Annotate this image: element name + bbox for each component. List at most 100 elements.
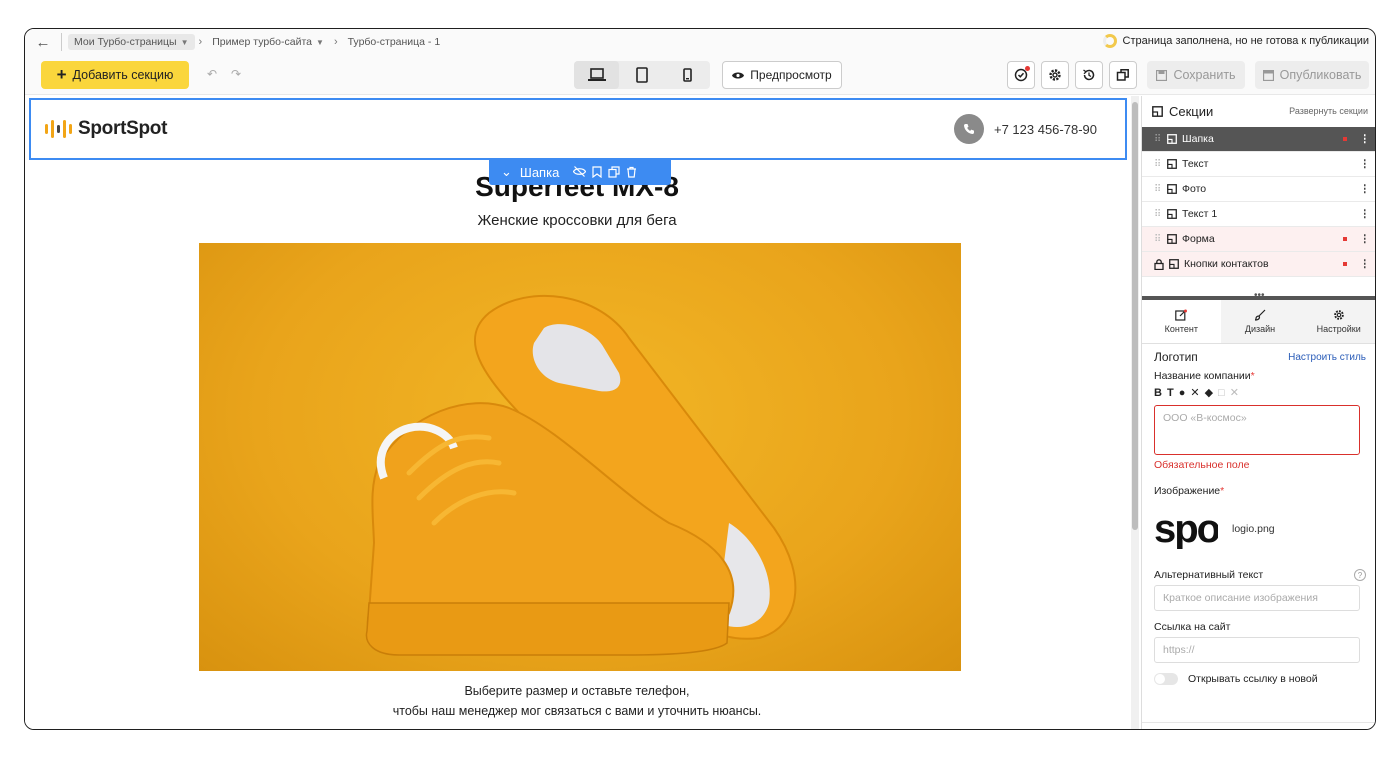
sections-list: ⠿ Шапка ⋮ ⠿ Текст ⋮ ⠿ Фото ⋮ ⠿ Текст 1 ⋮… [1142,127,1375,293]
tablet-view-button[interactable] [619,61,664,89]
tab-label: Настройки [1316,324,1361,334]
highlight-icon[interactable]: □ [1218,387,1225,399]
alt-text-input[interactable]: Краткое описание изображения [1154,585,1360,611]
eye-icon [732,72,745,78]
hide-icon[interactable] [573,166,587,177]
section-item-form[interactable]: ⠿ Форма ⋮ [1142,227,1375,252]
history-button[interactable] [1075,61,1103,89]
more-icon[interactable]: ⋮ [1360,233,1371,245]
header-section[interactable]: SportSpot +7 123 456-78-90 [29,98,1127,160]
breadcrumb-my-pages[interactable]: Мои Турбо-страницы ▼ [68,34,195,50]
mobile-view-button[interactable] [665,61,710,89]
image-filename: logio.png [1232,523,1275,535]
error-indicator [1342,237,1347,241]
save-button[interactable]: Сохранить [1147,61,1245,89]
tab-settings[interactable]: Настройки [1299,300,1375,343]
breadcrumb-site[interactable]: Пример турбо-сайта ▼ [206,34,330,50]
section-icon [1167,159,1177,169]
desktop-view-button[interactable] [574,61,620,89]
back-arrow-icon[interactable]: ← [25,34,61,51]
copy-button[interactable] [1109,61,1137,89]
notification-dot [1025,66,1030,71]
site-link-input[interactable]: https:// [1154,637,1360,663]
section-item-header[interactable]: ⠿ Шапка ⋮ [1142,127,1375,152]
duplicate-icon[interactable] [608,166,620,178]
section-item-label: Текст [1182,158,1209,170]
tab-label: Дизайн [1244,324,1276,334]
content-form: Логотип Настроить стиль Название компани… [1154,350,1366,685]
required-error: Обязательное поле [1154,459,1250,471]
phone-number: +7 123 456-78-90 [993,121,1097,137]
open-new-tab-toggle[interactable] [1154,673,1178,685]
tablet-icon [636,67,648,83]
brush-icon [1254,309,1266,321]
more-icon[interactable]: ⋮ [1360,133,1371,145]
add-section-button[interactable]: + Добавить секцию [41,61,189,89]
company-name-field[interactable]: ООО «В-космос» [1154,405,1360,455]
more-icon[interactable]: ⋮ [1360,258,1371,270]
more-icon[interactable]: ⋮ [1360,208,1371,220]
section-icon [1167,234,1177,244]
checklist-button[interactable] [1007,61,1035,89]
breadcrumb: ← Мои Турбо-страницы ▼ › Пример турбо-са… [25,29,1375,55]
device-switcher [574,61,710,89]
section-tag[interactable]: ⌄ Шапка [489,159,671,185]
edit-icon [1175,309,1188,321]
chevron-right-icon: › [333,36,338,48]
chevron-down-icon[interactable]: ⌄ [501,164,512,180]
section-item-text[interactable]: ⠿ Текст ⋮ [1142,152,1375,177]
open-new-tab-label: Открывать ссылку в новой [1188,673,1318,685]
section-item-contact-buttons[interactable]: Кнопки контактов ⋮ [1142,252,1375,277]
divider [61,33,62,51]
chevron-down-icon: ▼ [316,37,324,47]
logo-text: SportSpot [78,118,168,139]
bookmark-icon[interactable] [592,166,602,178]
breadcrumb-page[interactable]: Турбо-страница - 1 [342,34,447,50]
company-name-label: Название компании* [1154,370,1255,382]
drag-handle-icon[interactable]: ⠿ [1154,209,1162,220]
laptop-icon [587,68,606,81]
panel-footer [1142,722,1375,729]
floppy-icon [1156,69,1168,81]
drag-handle-icon[interactable]: ⠿ [1154,134,1162,145]
clear-format-icon[interactable]: ✕ [1230,386,1239,399]
bold-icon[interactable]: B [1154,387,1162,399]
preview-button[interactable]: Предпросмотр [722,61,842,89]
help-icon[interactable]: ? [1354,569,1366,581]
header-phone[interactable]: +7 123 456-78-90 [953,114,1097,144]
phone-icon [683,68,692,82]
section-item-label: Текст 1 [1182,208,1218,220]
drag-handle-icon[interactable]: ⠿ [1154,184,1162,195]
expand-sections-link[interactable]: Развернуть секции [1289,106,1368,116]
logo-group-title: Логотип [1154,350,1198,364]
add-section-label: Добавить секцию [72,68,174,82]
undo-icon[interactable]: ↶ [207,67,217,81]
page-status[interactable]: Страница заполнена, но не готова к публи… [1102,34,1369,48]
settings-button[interactable] [1041,61,1069,89]
drag-handle-icon[interactable]: ⠿ [1154,159,1162,170]
more-icon[interactable]: ⋮ [1360,183,1371,195]
trash-icon[interactable] [626,166,637,178]
section-item-label: Фото [1182,183,1207,195]
tab-design[interactable]: Дизайн [1220,300,1300,343]
section-item-photo[interactable]: ⠿ Фото ⋮ [1142,177,1375,202]
customize-style-link[interactable]: Настроить стиль [1288,352,1366,363]
scrollbar-thumb[interactable] [1132,102,1138,530]
fill-icon[interactable]: ◆ [1205,386,1213,399]
copy-icon [1116,69,1129,81]
clear-color-icon[interactable]: ✕ [1190,386,1199,399]
format-toolbar: B T ● ✕ ◆ □ ✕ [1154,386,1366,400]
image-upload[interactable]: spo logio.png [1154,509,1366,549]
canvas-scrollbar[interactable] [1131,96,1139,729]
sneaker-photo[interactable] [199,243,961,671]
publish-button[interactable]: Опубликовать [1255,61,1369,89]
section-item-text-1[interactable]: ⠿ Текст 1 ⋮ [1142,202,1375,227]
error-indicator [1342,137,1347,141]
text-color-icon[interactable]: ● [1179,387,1186,399]
text-style-icon[interactable]: T [1167,387,1174,399]
tab-content[interactable]: Контент [1142,300,1221,343]
tab-label: Контент [1164,324,1198,334]
more-icon[interactable]: ⋮ [1360,158,1371,170]
redo-icon[interactable]: ↷ [231,67,241,81]
drag-handle-icon[interactable]: ⠿ [1154,234,1162,245]
